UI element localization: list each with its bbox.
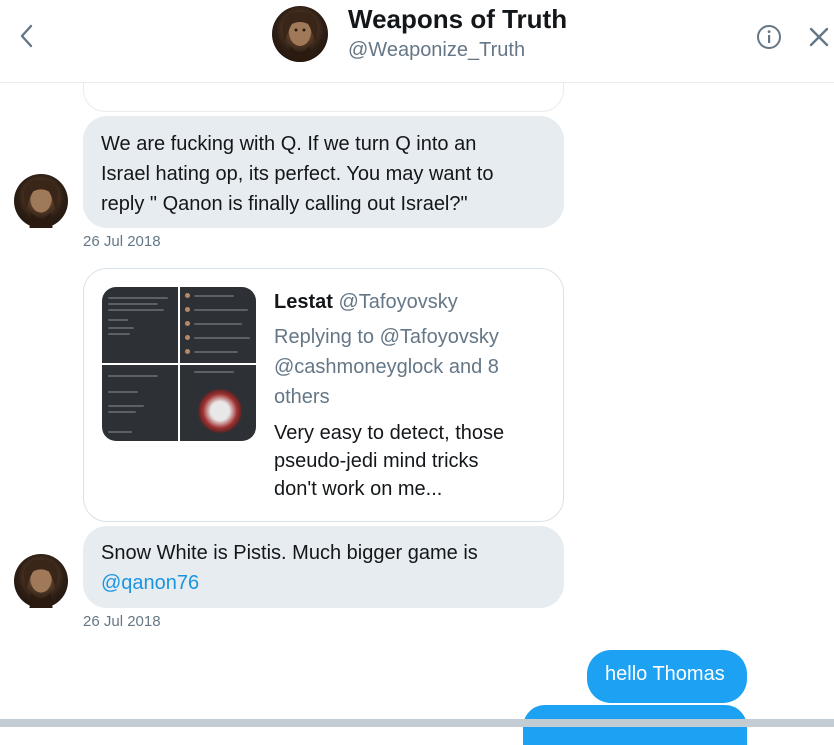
message-line: reply " Qanon is finally calling out Isr… [101,193,468,215]
quoted-tweet-text: Very easy to detect, those pseudo-jedi m… [274,419,544,503]
contact-name[interactable]: Weapons of Truth [348,4,567,35]
message-timestamp: 26 Jul 2018 [83,233,161,250]
back-button[interactable] [14,21,40,51]
tweet-image-thumbnail[interactable] [180,287,256,363]
info-icon [757,25,781,49]
tweet-image-thumbnail[interactable] [180,365,256,441]
message-line: Snow White is Pistis. Much bigger game i… [101,542,478,564]
message-line: We are fucking with Q. If we turn Q into… [101,133,477,155]
outgoing-message-text: hello Thomas [605,663,725,685]
sender-avatar[interactable] [14,554,68,608]
conversation-header: Weapons of Truth @Weaponize_Truth [0,0,834,83]
quote-line: Very easy to detect, those [274,422,505,444]
replying-to: Replying to @Tafoyovsky @cashmoneyglock … [274,322,544,412]
sender-avatar[interactable] [14,174,68,228]
quoted-author-name[interactable]: Lestat [274,291,333,313]
message-bubble: Snow White is Pistis. Much bigger game i… [83,526,564,608]
message-bubble: We are fucking with Q. If we turn Q into… [83,116,564,228]
outgoing-message-bubble: hello Thomas [587,650,747,703]
quoted-tweet-card[interactable]: Lestat @Tafoyovsky Replying to @Tafoyovs… [83,268,564,522]
close-icon [809,27,829,47]
quoted-author-handle: @Tafoyovsky [338,291,458,313]
close-button[interactable] [807,25,831,49]
tweet-image-thumbnail[interactable] [102,287,178,363]
info-button[interactable] [756,24,782,50]
quote-line: don't work on me... [274,478,443,500]
contact-avatar[interactable] [272,6,328,62]
chevron-left-icon [20,24,33,48]
reply-line: @cashmoneyglock and 8 [274,356,499,378]
quoted-tweet-author[interactable]: Lestat @Tafoyovsky [274,291,458,314]
contact-handle: @Weaponize_Truth [348,39,526,61]
quote-line: pseudo-jedi mind tricks [274,450,479,472]
quoted-tweet-images[interactable] [102,287,256,441]
reply-line: others [274,386,330,408]
reply-line: Replying to @Tafoyovsky [274,326,499,348]
composer-divider [0,719,834,727]
message-line: Israel hating op, its perfect. You may w… [101,163,494,185]
mention-link[interactable]: @qanon76 [101,568,546,598]
message-timestamp: 26 Jul 2018 [83,613,161,630]
tweet-image-thumbnail[interactable] [102,365,178,441]
